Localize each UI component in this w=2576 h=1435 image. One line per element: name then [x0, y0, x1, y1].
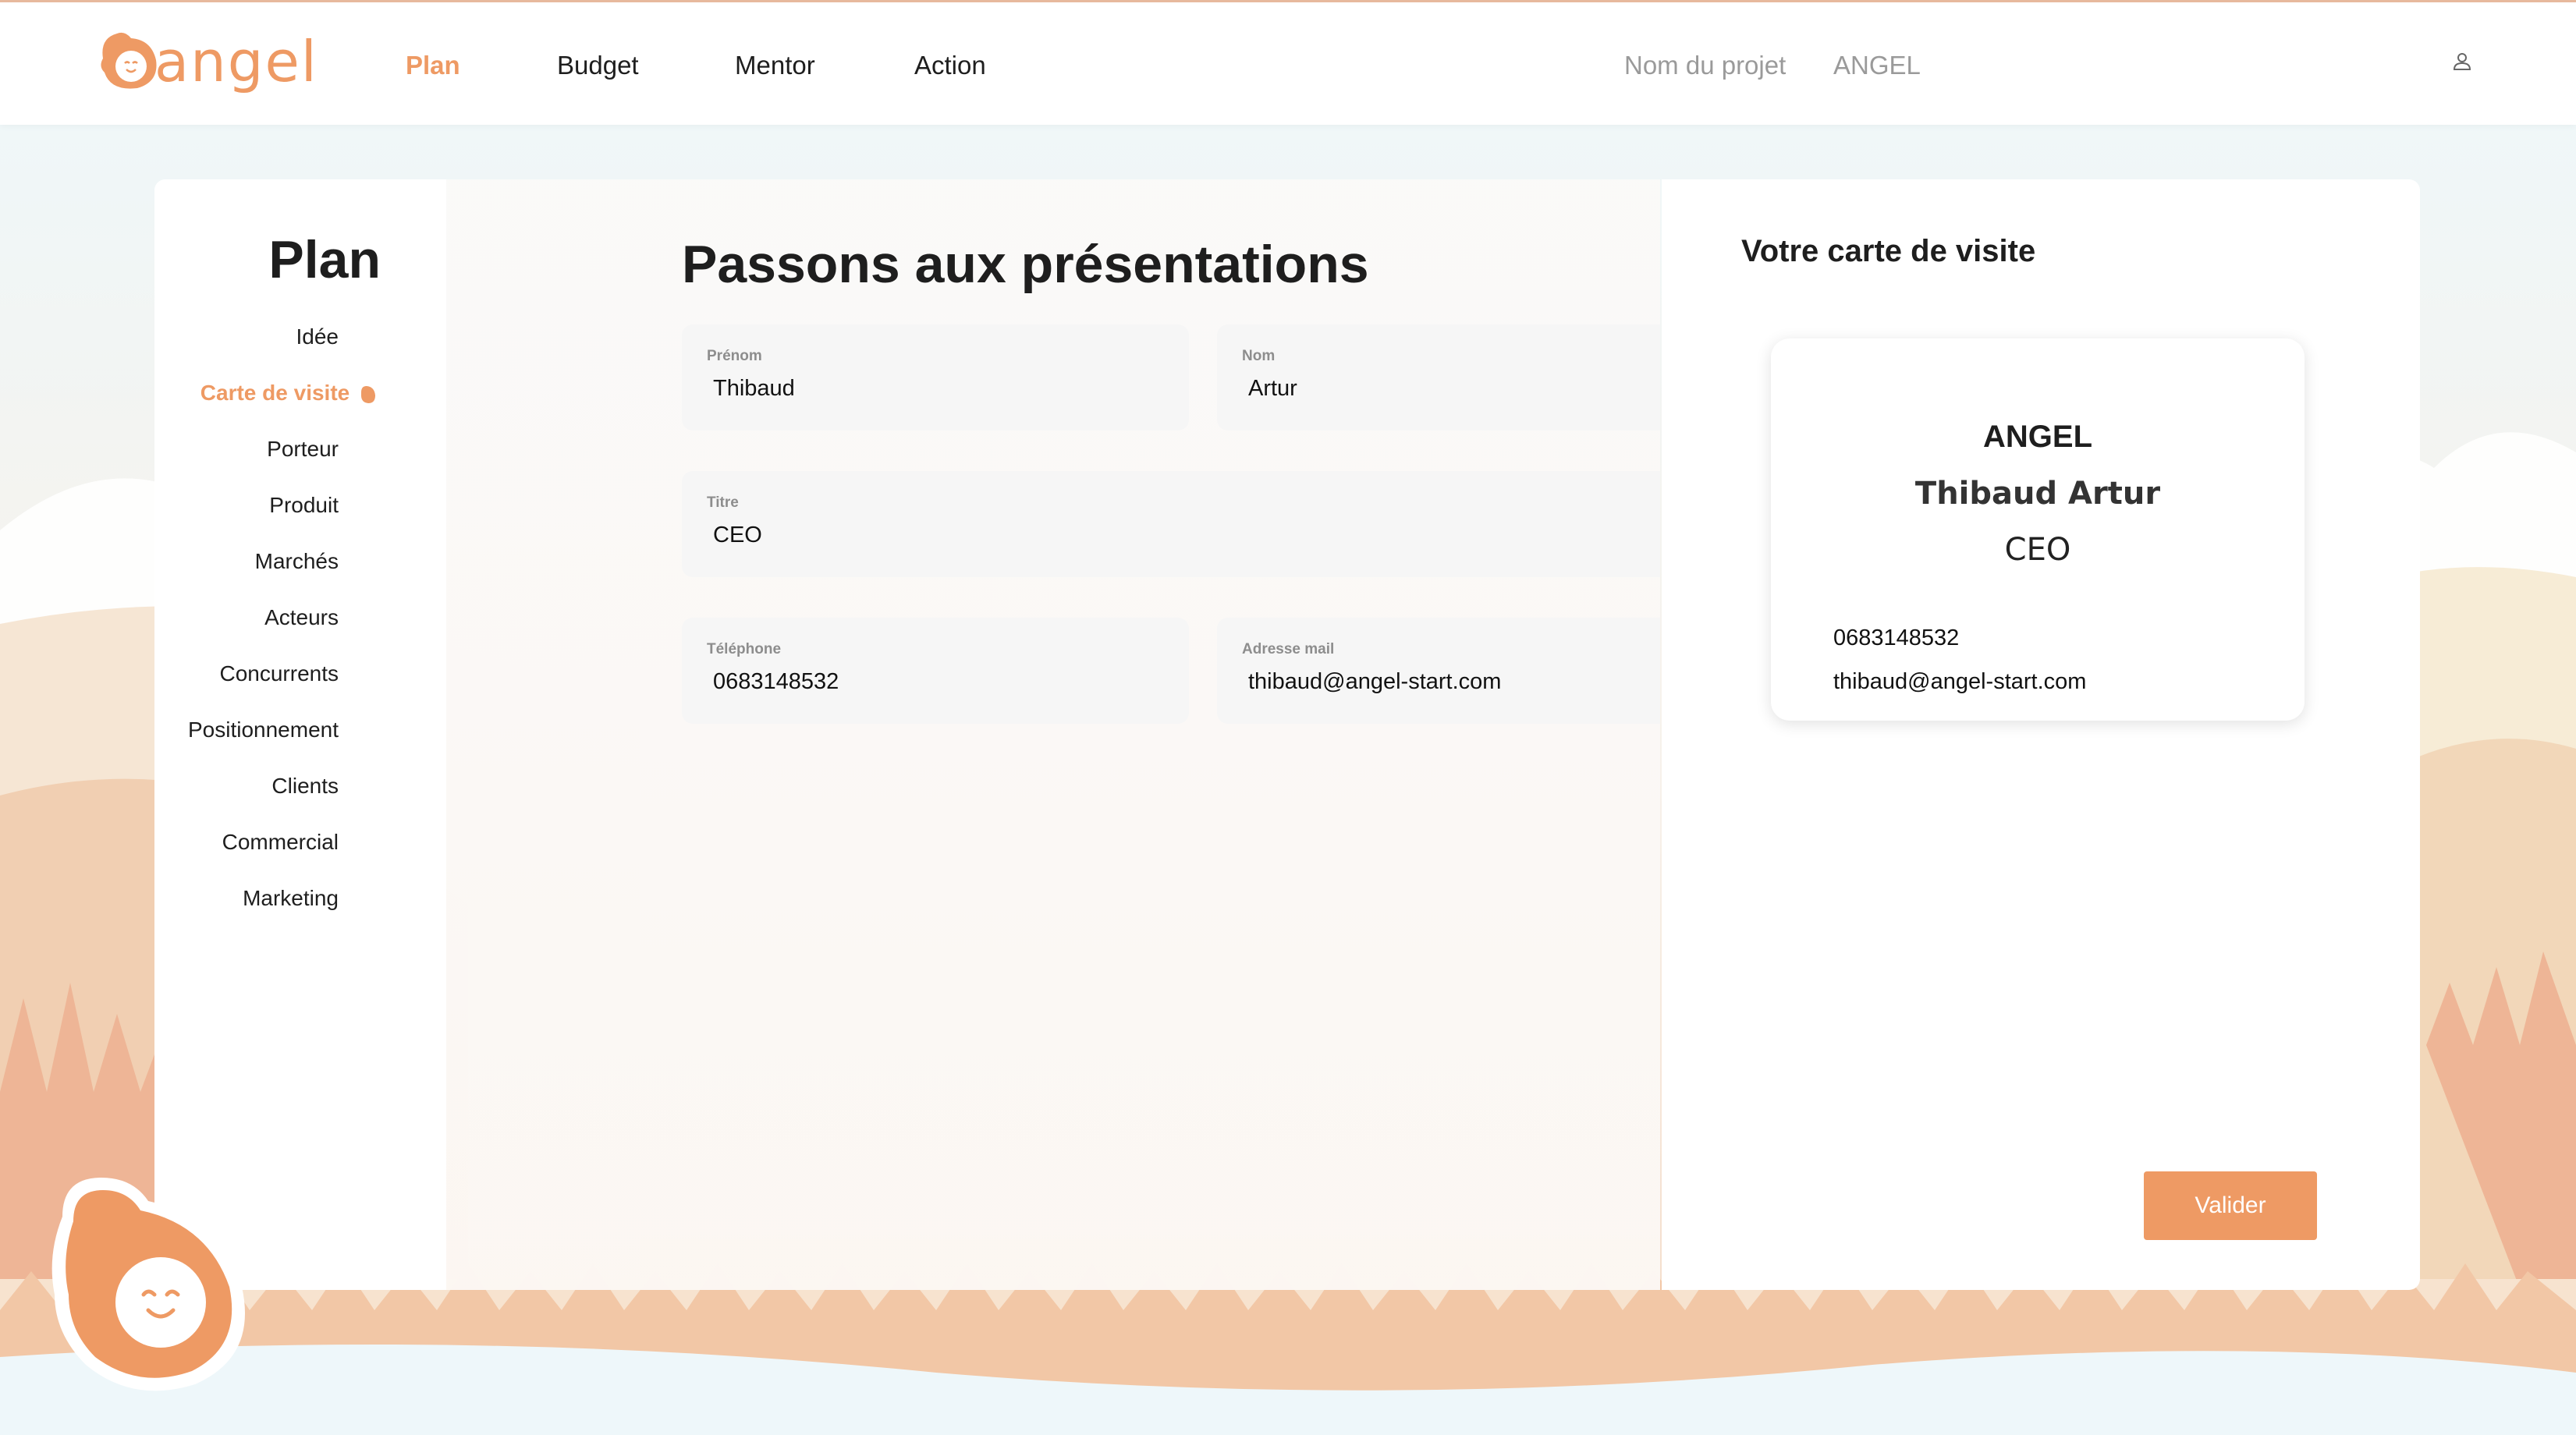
drop-icon	[361, 385, 375, 403]
phone-label: Téléphone	[707, 641, 782, 657]
business-card: ANGEL Thibaud Artur CEO 0683148532 thiba…	[1771, 338, 2305, 721]
first-name-label: Prénom	[707, 348, 762, 364]
angel-mascot-icon[interactable]	[47, 1170, 257, 1396]
sidebar-item-acteurs[interactable]: Acteurs	[264, 605, 339, 630]
last-name-label: Nom	[1242, 348, 1276, 364]
plan-sidebar: Plan Idée Carte de visite Porteur Produi…	[154, 179, 446, 1290]
project-name-value[interactable]: ANGEL	[1833, 51, 1921, 80]
sidebar-item-clients[interactable]: Clients	[271, 774, 339, 799]
sidebar-item-marketing[interactable]: Marketing	[243, 886, 339, 911]
sidebar-title: Plan	[268, 230, 381, 289]
validate-button[interactable]: Valider	[2144, 1171, 2317, 1240]
project-name-label: Nom du projet	[1624, 51, 1787, 80]
first-name-field[interactable]: Prénom	[682, 324, 1189, 430]
last-name-field[interactable]: Nom	[1217, 324, 1660, 430]
user-icon[interactable]	[2450, 49, 2475, 74]
email-input[interactable]	[1248, 669, 1660, 695]
sidebar-item-porteur[interactable]: Porteur	[267, 437, 339, 462]
sidebar-item-produit[interactable]: Produit	[269, 493, 339, 518]
nav-action[interactable]: Action	[914, 51, 986, 80]
card-email: thibaud@angel-start.com	[1833, 669, 2087, 694]
last-name-input[interactable]	[1248, 376, 1660, 402]
business-card-form: Passons aux présentations Prénom Nom Tit…	[446, 179, 1660, 1290]
plan-main-card: Plan Idée Carte de visite Porteur Produi…	[154, 179, 1660, 1290]
email-label: Adresse mail	[1242, 641, 1335, 657]
phone-field[interactable]: Téléphone	[682, 618, 1189, 724]
card-company: ANGEL	[1983, 420, 2092, 454]
title-label: Titre	[707, 494, 739, 511]
title-field[interactable]: Titre	[682, 471, 1660, 577]
card-role: CEO	[2004, 532, 2071, 568]
sidebar-item-positionnement[interactable]: Positionnement	[188, 718, 339, 742]
email-field[interactable]: Adresse mail	[1217, 618, 1660, 724]
card-name: Thibaud Artur	[1914, 476, 2161, 512]
sidebar-item-concurrents[interactable]: Concurrents	[219, 661, 339, 686]
sidebar-item-label: Carte de visite	[200, 381, 350, 405]
brand-name: angel	[154, 29, 318, 94]
sidebar-item-carte-de-visite[interactable]: Carte de visite	[200, 381, 378, 406]
sidebar-item-commercial[interactable]: Commercial	[222, 830, 339, 855]
title-input[interactable]	[713, 523, 1660, 548]
form-title: Passons aux présentations	[682, 235, 1369, 294]
nav-mentor[interactable]: Mentor	[735, 51, 815, 80]
nav-budget[interactable]: Budget	[557, 51, 639, 80]
card-phone: 0683148532	[1833, 625, 1960, 650]
sidebar-item-marches[interactable]: Marchés	[255, 549, 339, 574]
phone-input[interactable]	[713, 669, 1173, 695]
sidebar-item-idee[interactable]: Idée	[296, 324, 339, 349]
first-name-input[interactable]	[713, 376, 1173, 402]
preview-title: Votre carte de visite	[1741, 234, 2036, 268]
nav-plan[interactable]: Plan	[406, 51, 460, 80]
top-navigation-bar: angel Plan Budget Mentor Action Nom du p…	[0, 0, 2576, 125]
business-card-preview-panel: Votre carte de visite ANGEL Thibaud Artu…	[1662, 179, 2420, 1290]
